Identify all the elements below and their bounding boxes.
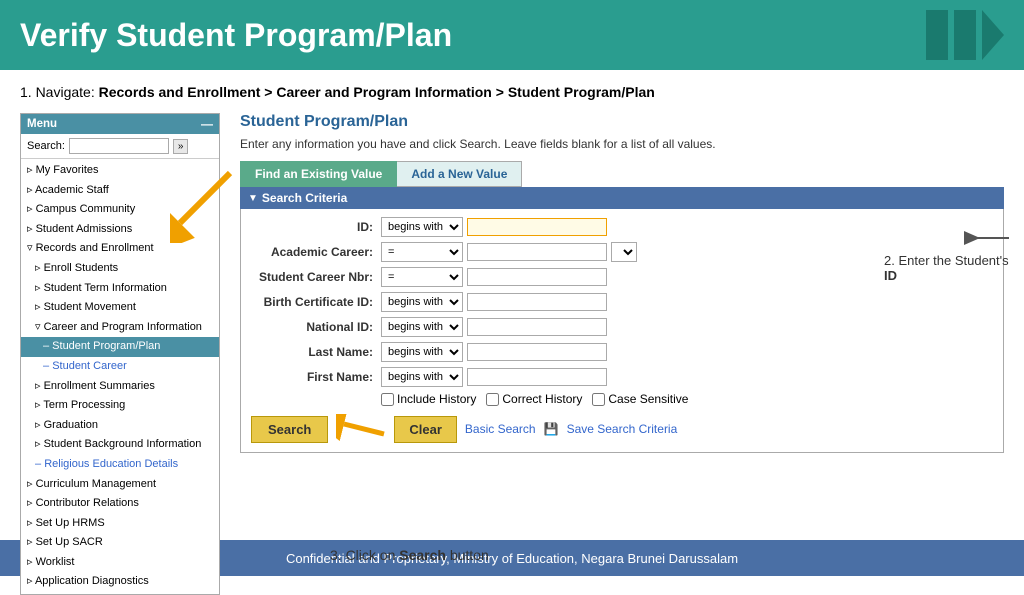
buttons-row: Search Clear Basic Search 💾 Save Search (251, 414, 993, 444)
menu-item-student-career[interactable]: – Student Career (21, 357, 219, 377)
select-academic-career-value[interactable] (611, 242, 637, 262)
input-student-career-nbr[interactable] (467, 268, 607, 286)
basic-search-button[interactable]: Basic Search (465, 422, 536, 436)
form-row-national-id: National ID: begins with = (251, 317, 993, 337)
menu-item-contributor[interactable]: ▹ Contributor Relations (21, 494, 219, 514)
checkbox-correct-history-input[interactable] (486, 393, 499, 406)
step1-prefix: 1. Navigate: (20, 84, 99, 100)
page-title: Verify Student Program/Plan (20, 17, 452, 54)
menu-item-curriculum[interactable]: ▹ Curriculum Management (21, 475, 219, 495)
main-content: 1. Navigate: Records and Enrollment > Ca… (0, 70, 1024, 540)
menu-item-app-diagnostics[interactable]: ▹ Application Diagnostics (21, 572, 219, 592)
label-student-career-nbr: Student Career Nbr: (251, 270, 381, 284)
label-last-name: Last Name: (251, 345, 381, 359)
label-id: ID: (251, 220, 381, 234)
menu-item-student-program-plan[interactable]: – Student Program/Plan (21, 337, 219, 357)
form-row-first-name: First Name: begins with = (251, 367, 993, 387)
step3-annotation: 3. Click on Search button (330, 547, 489, 563)
select-academic-career-operator[interactable]: = begins with (381, 242, 463, 262)
select-id-operator[interactable]: begins with = contains (381, 217, 463, 237)
menu-item-student-background[interactable]: ▹ Student Background Information (21, 435, 219, 455)
menu-search-row: Search: » (21, 134, 219, 159)
checkbox-include-history: Include History (381, 392, 476, 406)
form-row-student-career-nbr: Student Career Nbr: = begins with (251, 267, 993, 287)
checkbox-include-history-input[interactable] (381, 393, 394, 406)
label-academic-career: Academic Career: (251, 245, 381, 259)
checkbox-case-sensitive: Case Sensitive (592, 392, 688, 406)
menu-title: Menu (27, 118, 57, 130)
label-first-name: First Name: (251, 370, 381, 384)
select-first-name-operator[interactable]: begins with = (381, 367, 463, 387)
label-national-id: National ID: (251, 320, 381, 334)
input-national-id[interactable] (467, 318, 607, 336)
clear-button[interactable]: Clear (394, 416, 457, 443)
form-row-id: ID: begins with = contains (251, 217, 993, 237)
select-career-nbr-operator[interactable]: = begins with (381, 267, 463, 287)
menu-search-label: Search: (27, 140, 65, 152)
select-last-name-operator[interactable]: begins with = (381, 342, 463, 362)
menu-header: Menu — (21, 114, 219, 134)
menu-item-setup-hrms[interactable]: ▹ Set Up HRMS (21, 514, 219, 534)
step2-annotation: 2. Enter the Student's ID (884, 223, 1014, 283)
menu-search-button[interactable]: » (173, 139, 189, 154)
search-criteria-label: Search Criteria (262, 191, 347, 205)
step2-arrow (954, 223, 1014, 253)
checkbox-include-history-label: Include History (397, 392, 476, 406)
menu-item-career-program[interactable]: ▿ Career and Program Information (21, 318, 219, 338)
panel-title: Student Program/Plan (240, 113, 1004, 131)
checkbox-correct-history: Correct History (486, 392, 582, 406)
menu-item-enroll-students[interactable]: ▹ Enroll Students (21, 259, 219, 279)
save-search-criteria-button[interactable]: Save Search Criteria (567, 422, 678, 436)
checkbox-case-sensitive-label: Case Sensitive (608, 392, 688, 406)
menu-item-religious-education[interactable]: – Religious Education Details (21, 455, 219, 475)
yellow-arrow-svg (170, 163, 250, 243)
header-shape-2 (954, 10, 976, 60)
panel-description: Enter any information you have and click… (240, 137, 1004, 151)
step3-text: 3. Click on Search button (330, 547, 489, 563)
menu-item-worklist[interactable]: ▹ Worklist (21, 553, 219, 573)
input-id[interactable] (467, 218, 607, 236)
menu-item-graduation[interactable]: ▹ Graduation (21, 416, 219, 436)
step2-text: 2. Enter the Student's ID (884, 253, 1009, 283)
input-last-name[interactable] (467, 343, 607, 361)
search-button[interactable]: Search (251, 416, 328, 443)
select-national-id-operator[interactable]: begins with = (381, 317, 463, 337)
form-row-birth-cert: Birth Certificate ID: begins with = (251, 292, 993, 312)
menu-search-input[interactable] (69, 138, 169, 154)
label-birth-cert: Birth Certificate ID: (251, 295, 381, 309)
input-academic-career[interactable] (467, 243, 607, 261)
header: Verify Student Program/Plan (0, 0, 1024, 70)
form-row-academic-career: Academic Career: = begins with (251, 242, 993, 262)
checkboxes-row: Include History Correct History Case Sen… (381, 392, 993, 406)
checkbox-correct-history-label: Correct History (502, 392, 582, 406)
tab-add-new[interactable]: Add a New Value (397, 161, 522, 187)
header-shape-1 (926, 10, 948, 60)
menu-item-enrollment-summaries[interactable]: ▹ Enrollment Summaries (21, 377, 219, 397)
menu-item-student-movement[interactable]: ▹ Student Movement (21, 298, 219, 318)
input-first-name[interactable] (467, 368, 607, 386)
select-birth-cert-operator[interactable]: begins with = (381, 292, 463, 312)
form-row-last-name: Last Name: begins with = (251, 342, 993, 362)
step1-bold: Records and Enrollment > Career and Prog… (99, 84, 655, 100)
search-arrow-svg (336, 414, 386, 444)
tab-find-existing[interactable]: Find an Existing Value (240, 161, 397, 187)
navigation-instruction: 1. Navigate: Records and Enrollment > Ca… (20, 82, 1004, 103)
input-birth-cert[interactable] (467, 293, 607, 311)
checkbox-case-sensitive-input[interactable] (592, 393, 605, 406)
menu-item-term-processing[interactable]: ▹ Term Processing (21, 396, 219, 416)
save-icon: 💾 (544, 422, 559, 436)
header-decorations (926, 10, 1004, 60)
tabs-row: Find an Existing Value Add a New Value (240, 161, 1004, 187)
search-criteria-header: ▼ Search Criteria (240, 187, 1004, 209)
menu-item-setup-sacr[interactable]: ▹ Set Up SACR (21, 533, 219, 553)
right-panel: Student Program/Plan Enter any informati… (240, 113, 1004, 595)
menu-item-student-term[interactable]: ▹ Student Term Information (21, 279, 219, 299)
content-wrapper: Menu — Search: » ▹ My Favorites ▹ Academ… (20, 113, 1004, 595)
menu-close-icon[interactable]: — (201, 117, 213, 131)
header-triangle (982, 10, 1004, 60)
